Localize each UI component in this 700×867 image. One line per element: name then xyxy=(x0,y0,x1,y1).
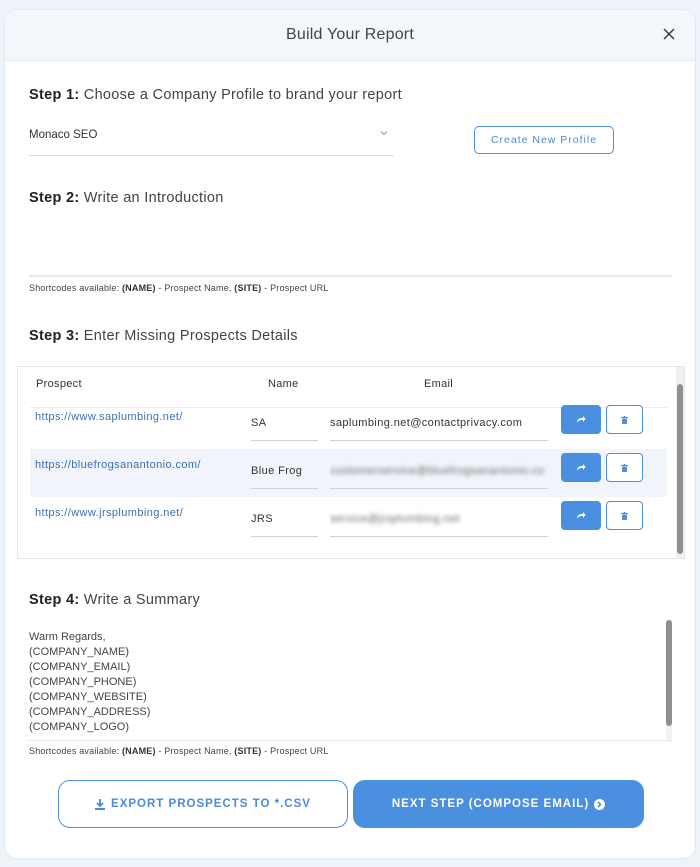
step3-heading: Step 3: Enter Missing Prospects Details xyxy=(29,328,298,344)
send-prospect-button[interactable] xyxy=(561,405,601,434)
summary-line: (COMPANY_WEBSITE) xyxy=(29,691,147,703)
send-prospect-button[interactable] xyxy=(561,501,601,530)
shortcode-site-desc: - Prospect URL xyxy=(261,283,329,293)
table-scrollbar[interactable] xyxy=(676,367,684,558)
summary-line: Warm Regards, xyxy=(29,631,106,643)
shortcodes-prefix: Shortcodes available: xyxy=(29,746,122,756)
summary-line: (COMPANY_NAME) xyxy=(29,646,130,658)
company-profile-select[interactable]: Monaco SEO xyxy=(29,124,394,156)
prospect-link[interactable]: https://www.saplumbing.net/ xyxy=(35,411,183,423)
trash-icon xyxy=(621,415,628,424)
summary-line: (COMPANY_PHONE) xyxy=(29,676,137,688)
step1-text: Choose a Company Profile to brand your r… xyxy=(83,87,402,103)
shortcode-site-desc: - Prospect URL xyxy=(261,746,329,756)
table-row: https://www.jrsplumbing.net/ JRS Plumbin… xyxy=(30,497,667,545)
shortcode-site: (SITE) xyxy=(234,283,262,293)
summary-line: (COMPANY_LOGO) xyxy=(29,721,130,733)
shortcode-name: (NAME) xyxy=(121,283,156,293)
send-prospect-button[interactable] xyxy=(561,453,601,482)
shortcodes-prefix: Shortcodes available: xyxy=(29,283,122,293)
download-icon xyxy=(95,798,106,810)
share-arrow-icon xyxy=(577,512,586,519)
shortcode-name: (NAME) xyxy=(121,746,156,756)
step2-heading: Step 2: Write an Introduction xyxy=(29,190,224,206)
summary-scrollbar-thumb[interactable] xyxy=(666,620,672,726)
shortcode-name-desc: - Prospect Name, xyxy=(155,283,235,293)
trash-icon xyxy=(621,511,628,520)
prospect-name-input[interactable]: SA Plumbing xyxy=(251,407,318,441)
summary-line: (COMPANY_ADDRESS) xyxy=(29,706,151,718)
step4-heading: Step 4: Write a Summary xyxy=(29,592,200,608)
modal-title: Build Your Report xyxy=(286,26,414,43)
share-arrow-icon xyxy=(577,416,586,423)
chevron-down-icon xyxy=(380,128,388,139)
column-header-email: Email xyxy=(424,378,454,390)
summary-text: Warm Regards, (COMPANY_NAME) (COMPANY_EM… xyxy=(29,630,150,735)
step3-label: Step 3: xyxy=(29,328,80,344)
next-step-label: NEXT STEP (COMPOSE EMAIL) xyxy=(391,798,590,810)
prospect-email-input[interactable]: customerservice@bluefrogsanantonio.co xyxy=(330,455,548,489)
table-scrollbar-thumb[interactable] xyxy=(677,384,683,554)
shortcode-site: (SITE) xyxy=(234,746,262,756)
prospect-email-input[interactable]: saplumbing.net@contactprivacy.com xyxy=(330,407,548,441)
column-header-prospect: Prospect xyxy=(36,378,82,390)
summary-scrollbar[interactable] xyxy=(666,620,672,740)
shortcode-name-desc: - Prospect Name, xyxy=(155,746,235,756)
introduction-textarea[interactable] xyxy=(29,215,672,277)
prospect-name-input[interactable]: Blue Frog xyxy=(251,455,318,489)
step2-label: Step 2: xyxy=(29,190,80,206)
share-arrow-icon xyxy=(577,464,586,471)
step1-label: Step 1: xyxy=(29,87,80,103)
export-csv-label: EXPORT PROSPECTS TO *.CSV xyxy=(111,798,311,810)
column-header-name: Name xyxy=(268,378,299,390)
table-row: https://www.saplumbing.net/ SA Plumbing … xyxy=(30,401,667,449)
table-row: https://bluefrogsanantonio.com/ Blue Fro… xyxy=(30,449,667,497)
prospect-email-input[interactable]: service@jrsplumbing.net xyxy=(330,503,548,537)
prospect-link[interactable]: https://www.jrsplumbing.net/ xyxy=(35,507,183,519)
step1-heading: Step 1: Choose a Company Profile to bran… xyxy=(29,87,402,103)
step4-text: Write a Summary xyxy=(83,592,201,608)
step2-text: Write an Introduction xyxy=(83,190,224,206)
prospect-name-input[interactable]: JRS Plumbing xyxy=(251,503,318,537)
intro-shortcodes-hint: Shortcodes available: (NAME) - Prospect … xyxy=(29,283,329,293)
summary-line: (COMPANY_EMAIL) xyxy=(29,661,131,673)
company-profile-value: Monaco SEO xyxy=(29,129,98,141)
prospect-email-value-redacted: service@jrsplumbing.net xyxy=(330,513,460,525)
prospects-table: Prospect Name Email https://www.saplumbi… xyxy=(17,366,685,559)
next-step-button[interactable]: NEXT STEP (COMPOSE EMAIL) xyxy=(353,780,644,828)
summary-shortcodes-hint: Shortcodes available: (NAME) - Prospect … xyxy=(29,746,329,756)
trash-icon xyxy=(621,463,628,472)
close-button[interactable] xyxy=(659,24,679,44)
step4-label: Step 4: xyxy=(29,592,80,608)
close-icon xyxy=(663,28,675,40)
arrow-circle-right-icon xyxy=(594,798,606,810)
create-new-profile-button[interactable]: Create New Profile xyxy=(474,126,614,154)
delete-prospect-button[interactable] xyxy=(606,405,643,434)
delete-prospect-button[interactable] xyxy=(606,453,643,482)
summary-textarea[interactable]: Warm Regards, (COMPANY_NAME) (COMPANY_EM… xyxy=(29,620,672,741)
prospect-link[interactable]: https://bluefrogsanantonio.com/ xyxy=(35,459,201,471)
delete-prospect-button[interactable] xyxy=(606,501,643,530)
modal-header: Build Your Report xyxy=(5,10,695,61)
prospect-email-value-redacted: customerservice@bluefrogsanantonio.co xyxy=(330,465,545,477)
export-csv-button[interactable]: EXPORT PROSPECTS TO *.CSV xyxy=(58,780,348,828)
step3-text: Enter Missing Prospects Details xyxy=(83,328,298,344)
